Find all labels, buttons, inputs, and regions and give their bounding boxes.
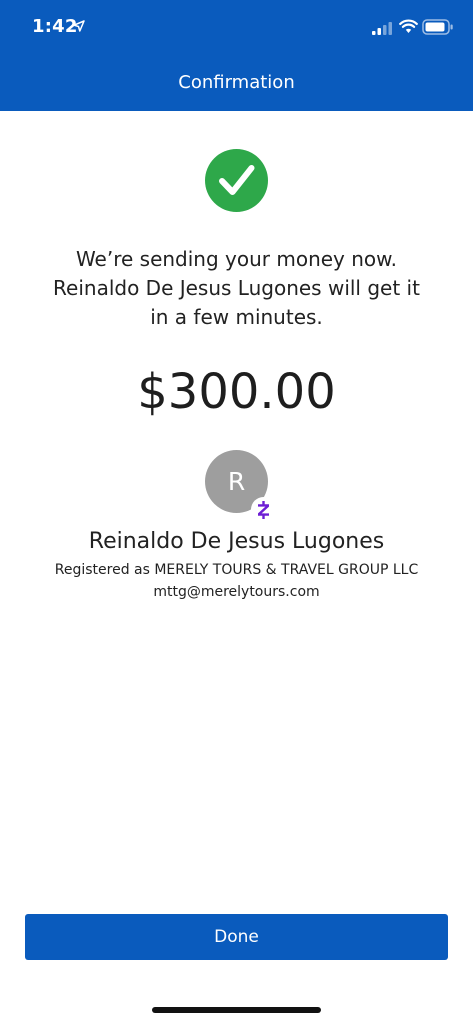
wifi-icon [399,19,418,33]
avatar-initial: R [227,467,246,496]
message-line-1: We’re sending your money now. [75,247,398,271]
message-line-3: in a few minutes. [150,305,323,329]
header-bar: 1:42 Confirmation [0,0,473,111]
location-arrow-icon [73,20,85,32]
page-title: Confirmation [178,72,295,93]
cellular-signal-icon [372,22,392,35]
home-indicator[interactable] [152,1007,321,1013]
transfer-amount: $300.00 [137,364,336,420]
battery-icon [422,19,453,35]
recipient-email: mttg@merelytours.com [153,584,320,600]
confirmation-message: We’re sending your money now. Reinaldo D… [30,245,443,332]
status-time: 1:42 [32,16,78,37]
checkmark-circle-icon [205,149,268,212]
recipient-registered-as: Registered as MERELY TOURS & TRAVEL GROU… [54,562,419,578]
done-button[interactable]: Done [25,914,448,960]
zelle-badge [251,497,276,522]
zelle-icon [258,501,269,519]
recipient-name: Reinaldo De Jesus Lugones [88,529,385,554]
message-line-2: Reinaldo De Jesus Lugones will get it [53,276,420,300]
